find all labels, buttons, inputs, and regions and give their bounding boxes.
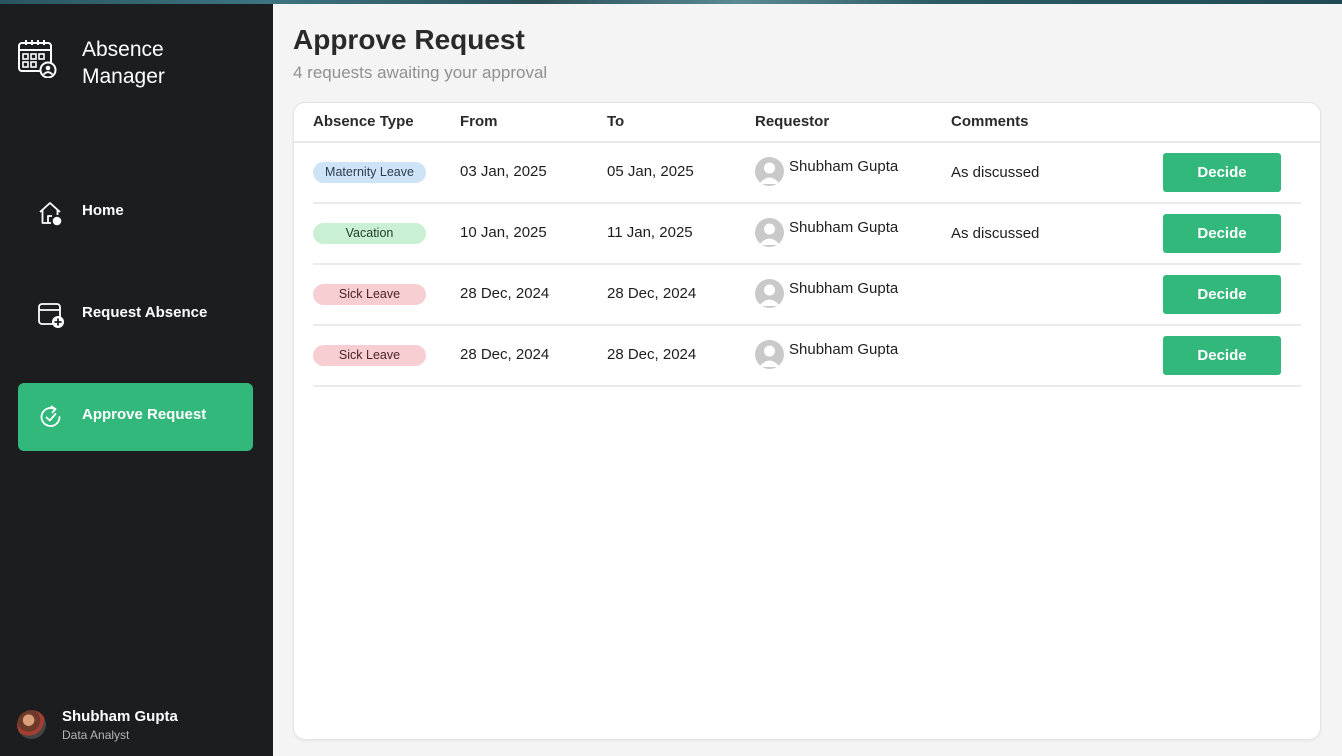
calendar-user-icon — [18, 40, 57, 78]
from-date: 03 Jan, 2025 — [460, 163, 547, 180]
to-date: 28 Dec, 2024 — [607, 285, 697, 302]
user-avatar-icon — [755, 218, 784, 247]
app-title-line2: Manager — [82, 65, 165, 88]
absence-type-badge: Maternity Leave — [313, 162, 426, 183]
absence-type-badge: Sick Leave — [313, 284, 426, 305]
column-header-from: From — [460, 113, 498, 130]
comment-text: As discussed — [951, 225, 1040, 242]
user-name: Shubham Gupta — [62, 708, 178, 725]
refresh-check-icon — [40, 405, 61, 427]
sidebar: Absence Manager Home Request Absence App… — [0, 4, 273, 756]
requestor-name: Shubham Gupta — [789, 280, 899, 297]
sidebar-item-approve-request[interactable]: Approve Request — [18, 383, 253, 451]
user-avatar-icon — [755, 157, 784, 186]
page-subtitle: 4 requests awaiting your approval — [293, 63, 548, 82]
app-title-line1: Absence — [82, 38, 164, 61]
app-title: Absence Manager — [82, 36, 242, 90]
from-date: 28 Dec, 2024 — [460, 346, 550, 363]
from-date: 10 Jan, 2025 — [460, 224, 547, 241]
column-header-requestor: Requestor — [755, 113, 830, 130]
column-header-comments: Comments — [951, 113, 1029, 130]
calendar-add-icon — [38, 303, 64, 328]
user-avatar-icon — [755, 340, 784, 369]
requestor-name: Shubham Gupta — [789, 158, 899, 175]
avatar — [17, 710, 46, 739]
sidebar-item-label: Approve Request — [82, 406, 207, 423]
absence-type-badge: Sick Leave — [313, 345, 426, 366]
comment-text: As discussed — [951, 164, 1040, 181]
decide-button[interactable]: Decide — [1163, 336, 1281, 375]
table-row: Sick Leave 28 Dec, 2024 28 Dec, 2024 Shu… — [313, 265, 1301, 326]
user-avatar-icon — [755, 279, 784, 308]
decide-button[interactable]: Decide — [1163, 153, 1281, 192]
decide-button[interactable]: Decide — [1163, 214, 1281, 253]
user-role: Data Analyst — [62, 728, 130, 742]
requests-table: Absence Type From To Requestor Comments … — [293, 102, 1321, 740]
decide-button[interactable]: Decide — [1163, 275, 1281, 314]
to-date: 11 Jan, 2025 — [607, 224, 693, 241]
table-header: Absence Type From To Requestor Comments — [294, 103, 1320, 143]
column-header-absence-type: Absence Type — [313, 113, 414, 130]
to-date: 28 Dec, 2024 — [607, 346, 697, 363]
table-row: Sick Leave 28 Dec, 2024 28 Dec, 2024 Shu… — [313, 326, 1301, 387]
main-content: Approve Request 4 requests awaiting your… — [273, 4, 1342, 756]
column-header-to: To — [607, 113, 625, 130]
from-date: 28 Dec, 2024 — [460, 285, 550, 302]
page-title: Approve Request — [293, 24, 525, 55]
sidebar-item-label: Home — [82, 202, 124, 219]
home-icon — [39, 202, 62, 226]
requestor-name: Shubham Gupta — [789, 219, 899, 236]
requestor-name: Shubham Gupta — [789, 341, 899, 358]
table-row: Maternity Leave 03 Jan, 2025 05 Jan, 202… — [313, 143, 1301, 204]
app-brand: Absence Manager — [17, 38, 165, 88]
absence-type-badge: Vacation — [313, 223, 426, 244]
table-row: Vacation 10 Jan, 2025 11 Jan, 2025 Shubh… — [313, 204, 1301, 265]
sidebar-item-home[interactable]: Home — [18, 179, 253, 247]
sidebar-item-request-absence[interactable]: Request Absence — [18, 281, 253, 349]
to-date: 05 Jan, 2025 — [607, 163, 694, 180]
sidebar-item-label: Request Absence — [82, 304, 208, 321]
user-profile[interactable]: Shubham Gupta Data Analyst — [17, 706, 257, 746]
